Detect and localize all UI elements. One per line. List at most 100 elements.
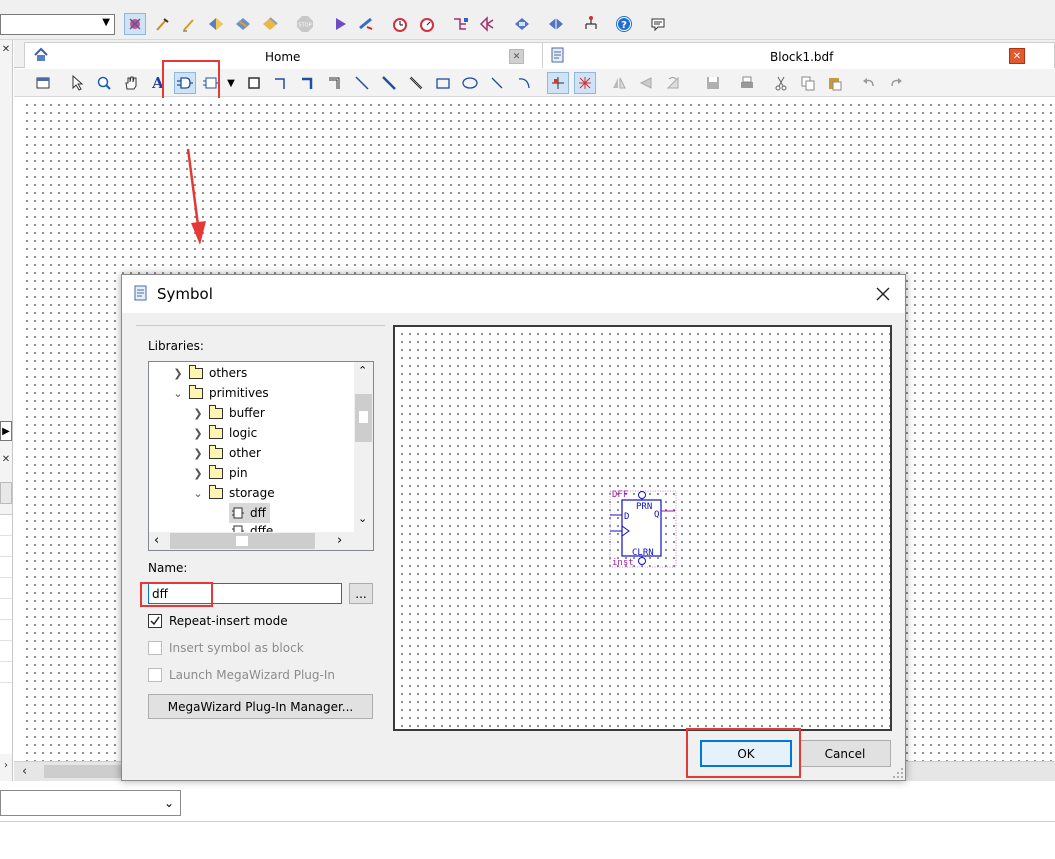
rotate-icon[interactable]: [662, 72, 684, 94]
rectangle-wire-icon[interactable]: [243, 72, 265, 94]
tree-item-pin[interactable]: ❯ pin: [191, 463, 248, 483]
line-tool-icon[interactable]: [486, 72, 508, 94]
dialog-close-icon[interactable]: [870, 281, 896, 307]
left-panel: ✕ ▶ ✕ ›: [0, 40, 13, 781]
insert-as-block-checkbox[interactable]: [148, 641, 162, 655]
tree-vscrollbar[interactable]: ⌃ ⌄: [354, 362, 373, 532]
comment-icon[interactable]: [647, 13, 669, 35]
detach-window-icon[interactable]: [32, 72, 54, 94]
paste-icon[interactable]: [824, 72, 846, 94]
flip-horizontal-icon[interactable]: [608, 72, 630, 94]
tree-item-primitives[interactable]: ⌄ primitives: [171, 383, 269, 403]
bottom-bar: ⌄: [0, 782, 1055, 822]
left-panel-close-icon[interactable]: ✕: [0, 44, 12, 58]
svg-text:?: ?: [621, 20, 627, 31]
zoom-tool-icon[interactable]: [93, 72, 115, 94]
undo-icon[interactable]: [858, 72, 880, 94]
chevron-down-icon: ⌄: [193, 486, 203, 500]
scroll-right-icon[interactable]: ›: [337, 533, 342, 548]
block-tool-dropdown-icon[interactable]: ▼: [224, 72, 238, 94]
megawizard-manager-button[interactable]: MegaWizard Plug-In Manager...: [148, 694, 373, 719]
tab-home[interactable]: Home ✕: [24, 42, 544, 68]
tree-item-storage[interactable]: ⌄ storage: [191, 483, 275, 503]
cut-icon[interactable]: [770, 72, 792, 94]
scroll-up-icon[interactable]: ⌃: [358, 364, 367, 377]
tab-block1-close-icon[interactable]: ✕: [1009, 48, 1025, 64]
check-icon: [150, 616, 160, 626]
compile-analysis-icon[interactable]: [124, 13, 146, 35]
orthogonal-bus-tool-icon[interactable]: [297, 72, 319, 94]
save-icon[interactable]: [702, 72, 724, 94]
folder-icon: [189, 364, 203, 379]
folder-icon: [209, 404, 223, 419]
chip-planner-icon[interactable]: [450, 13, 472, 35]
stop-icon[interactable]: STOP: [294, 13, 316, 35]
libraries-separator: [136, 325, 385, 326]
tree-item-other[interactable]: ❯ other: [191, 443, 261, 463]
scroll-down-icon[interactable]: ⌄: [358, 512, 367, 525]
timequest-icon[interactable]: [389, 13, 411, 35]
diagonal-conduit-tool-icon[interactable]: [405, 72, 427, 94]
oval-tool-icon[interactable]: [459, 72, 481, 94]
arc-tool-icon[interactable]: [513, 72, 535, 94]
partial-line-selection-icon[interactable]: [547, 72, 569, 94]
rectangle-tool-icon[interactable]: [432, 72, 454, 94]
repeat-insert-checkbox[interactable]: [148, 614, 162, 628]
tree-item-buffer[interactable]: ❯ buffer: [191, 403, 265, 423]
chevron-down-icon: ⌄: [173, 386, 183, 400]
left-panel-button[interactable]: [0, 482, 12, 504]
timing-analyzer-icon[interactable]: [232, 13, 254, 35]
tab-home-label: Home: [265, 50, 301, 64]
help-icon[interactable]: ?: [613, 13, 635, 35]
selection-tool-icon[interactable]: [66, 72, 88, 94]
top-toolbar-dropdown[interactable]: ▼: [0, 14, 115, 35]
diagonal-bus-tool-icon[interactable]: [378, 72, 400, 94]
ok-button-highlight: [686, 728, 801, 778]
tree-item-dff[interactable]: dff: [229, 503, 270, 523]
left-panel-scroll-arrow[interactable]: ›: [0, 760, 12, 780]
tab-home-close-icon[interactable]: ✕: [509, 49, 524, 64]
fitter-icon[interactable]: [178, 13, 200, 35]
technology-map-icon[interactable]: [477, 13, 499, 35]
scroll-left-icon[interactable]: ‹: [154, 533, 159, 548]
assembler-icon[interactable]: [205, 13, 227, 35]
redo-icon[interactable]: [885, 72, 907, 94]
power-analyzer-icon[interactable]: [416, 13, 438, 35]
tab-block1[interactable]: Block1.bdf ✕: [542, 42, 1055, 68]
rubberbanding-icon[interactable]: [574, 72, 596, 94]
tree-item-others[interactable]: ❯ others: [171, 363, 247, 383]
cancel-button[interactable]: Cancel: [799, 740, 891, 767]
resize-grip-icon[interactable]: [892, 767, 904, 779]
programmer-icon[interactable]: [511, 13, 533, 35]
left-panel-expand-icon[interactable]: ▶: [0, 421, 12, 441]
analysis-elaboration-icon[interactable]: [355, 13, 377, 35]
orthogonal-conduit-tool-icon[interactable]: [324, 72, 346, 94]
dialog-title: Symbol: [157, 285, 213, 303]
top-toolbar: ▼ STOP ?: [0, 0, 1055, 40]
insert-as-block-label: Insert symbol as block: [169, 641, 304, 655]
eda-netlist-icon[interactable]: [259, 13, 281, 35]
left-panel-close-icon-2[interactable]: ✕: [0, 454, 12, 470]
folder-icon: [209, 444, 223, 459]
scroll-left-icon[interactable]: ‹: [22, 764, 27, 779]
start-compilation-icon[interactable]: [329, 13, 351, 35]
bottom-dropdown[interactable]: ⌄: [0, 790, 181, 816]
launch-megawizard-checkbox[interactable]: [148, 668, 162, 682]
hierarchy-icon[interactable]: [580, 13, 602, 35]
tree-vscrollbar-thumb[interactable]: [355, 394, 372, 442]
library-tree[interactable]: ❯ others ⌄ primitives ❯ buffer ❯ logic ❯ othe…: [148, 361, 374, 551]
copy-icon[interactable]: [797, 72, 819, 94]
diagonal-node-tool-icon[interactable]: [351, 72, 373, 94]
analysis-synthesis-icon[interactable]: [151, 13, 173, 35]
orthogonal-node-tool-icon[interactable]: [270, 72, 292, 94]
prn-label: PRN: [636, 502, 652, 512]
symbol-dialog-icon: [132, 284, 150, 302]
signal-tap-icon[interactable]: [545, 13, 567, 35]
flip-vertical-icon[interactable]: [635, 72, 657, 94]
browse-button[interactable]: ...: [349, 583, 373, 604]
hand-tool-icon[interactable]: [120, 72, 142, 94]
print-icon[interactable]: [736, 72, 758, 94]
tree-hscrollbar[interactable]: ‹ ›: [149, 532, 354, 550]
tree-hscrollbar-thumb[interactable]: [170, 533, 315, 549]
tree-item-logic[interactable]: ❯ logic: [191, 423, 257, 443]
